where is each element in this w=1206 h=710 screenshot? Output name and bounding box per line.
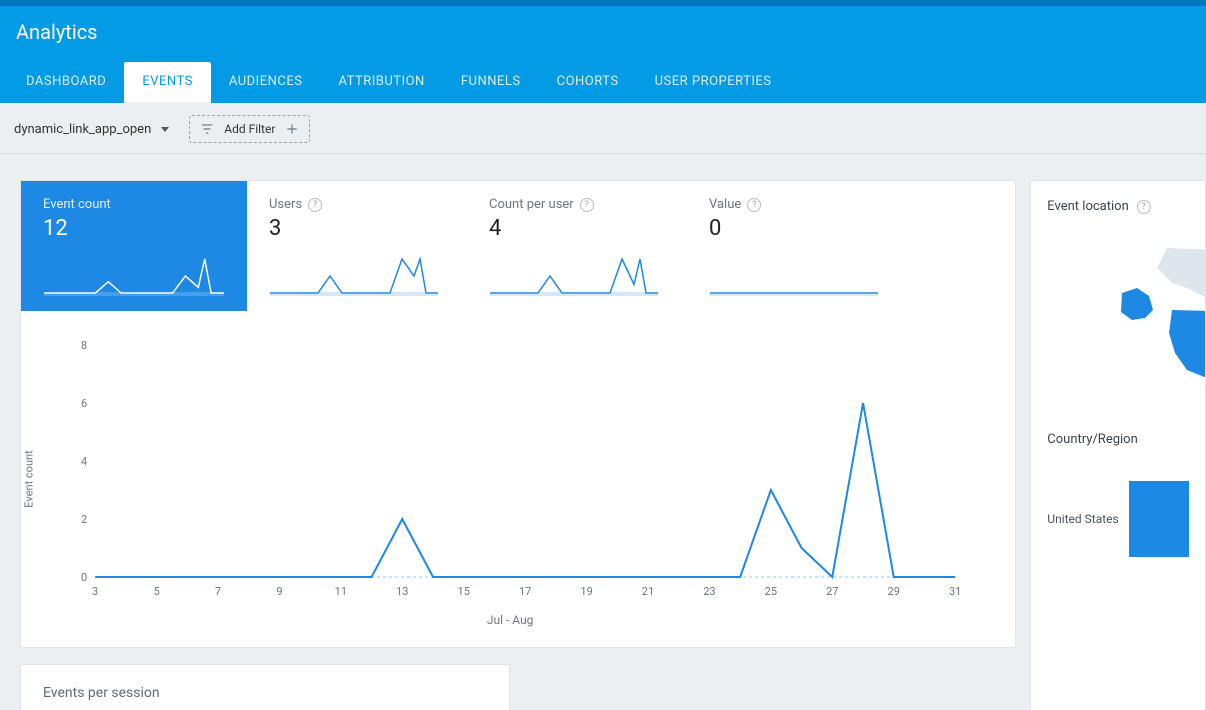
metric-value: 12 (43, 216, 229, 241)
svg-text:0: 0 (81, 571, 87, 584)
app-header: Analytics DASHBOARD EVENTS AUDIENCES ATT… (0, 6, 1206, 103)
metric-value: 4 (489, 216, 669, 241)
metric-tile-value[interactable]: Value ? 0 (687, 181, 907, 311)
svg-text:3: 3 (92, 585, 98, 598)
event-select-dropdown[interactable]: dynamic_link_app_open (14, 122, 169, 137)
svg-text:11: 11 (335, 585, 347, 598)
svg-text:31: 31 (949, 585, 961, 598)
svg-text:17: 17 (519, 585, 531, 598)
main-column: Event count 12 Users ? 3 Count per user (20, 180, 1016, 710)
svg-text:9: 9 (276, 585, 282, 598)
metric-label: Value ? (709, 197, 889, 212)
metric-label: Users ? (269, 197, 449, 212)
metric-label-text: Value (709, 197, 741, 212)
tab-user-properties[interactable]: USER PROPERTIES (637, 62, 790, 103)
svg-text:2: 2 (81, 513, 87, 526)
country-bar-fill (1129, 481, 1189, 557)
caret-down-icon (161, 127, 169, 132)
svg-text:15: 15 (458, 585, 470, 598)
event-select-value: dynamic_link_app_open (14, 122, 151, 137)
svg-text:21: 21 (642, 585, 654, 598)
side-column: Event location ? Country/Region United S… (1030, 180, 1206, 710)
sparkline-value (709, 255, 879, 297)
metric-tile-count-per-user[interactable]: Count per user ? 4 (467, 181, 687, 311)
events-per-session-title: Events per session (43, 685, 160, 701)
svg-text:19: 19 (580, 585, 592, 598)
metric-label-text: Users (269, 197, 302, 212)
metric-value: 3 (269, 216, 449, 241)
svg-text:4: 4 (81, 455, 87, 468)
help-icon[interactable]: ? (747, 198, 761, 212)
country-region-label: Country/Region (1047, 432, 1189, 447)
metric-label-text: Event count (43, 197, 111, 212)
content-area: Event count 12 Users ? 3 Count per user (0, 154, 1206, 710)
filter-icon (200, 122, 214, 136)
svg-text:13: 13 (396, 585, 408, 598)
help-icon[interactable]: ? (1137, 200, 1151, 214)
filter-bar: dynamic_link_app_open Add Filter (0, 103, 1206, 154)
svg-text:27: 27 (826, 585, 838, 598)
tab-dashboard[interactable]: DASHBOARD (8, 62, 124, 103)
event-location-card: Event location ? Country/Region United S… (1030, 180, 1206, 710)
plus-icon (285, 122, 299, 136)
help-icon[interactable]: ? (580, 198, 594, 212)
metric-tile-users[interactable]: Users ? 3 (247, 181, 467, 311)
svg-text:25: 25 (765, 585, 777, 598)
svg-text:7: 7 (215, 585, 221, 598)
metric-card: Event count 12 Users ? 3 Count per user (20, 180, 1016, 648)
main-line-chart: 0 2 4 6 8 3 5 7 9 11 13 15 17 19 21 23 25 27 29 31 (55, 335, 965, 605)
map-north-america (1077, 238, 1205, 398)
tab-events[interactable]: EVENTS (124, 62, 211, 103)
metric-value: 0 (709, 216, 889, 241)
svg-text:5: 5 (153, 585, 159, 598)
country-bar-label: United States (1047, 481, 1129, 557)
add-filter-button[interactable]: Add Filter (189, 115, 310, 143)
sparkline-event-count (43, 255, 225, 297)
country-bar-row: United States (1047, 481, 1189, 557)
sparkline-count-per-user (489, 255, 659, 297)
help-icon[interactable]: ? (308, 198, 322, 212)
metric-label: Count per user ? (489, 197, 669, 212)
svg-text:23: 23 (703, 585, 715, 598)
metric-label-text: Count per user (489, 197, 574, 212)
country-bar-track (1129, 481, 1189, 557)
page-title: Analytics (0, 6, 1206, 62)
svg-text:29: 29 (888, 585, 900, 598)
sparkline-users (269, 255, 439, 297)
main-chart-area: Event count 0 2 4 6 8 3 5 7 9 11 13 15 17 19 21 23 25 27 2… (21, 311, 1015, 647)
metric-label: Event count (43, 197, 229, 212)
x-axis-caption: Jul - Aug (55, 613, 965, 627)
events-per-session-card: Events per session (20, 664, 510, 710)
add-filter-label: Add Filter (224, 122, 275, 136)
side-card-title: Event location (1047, 199, 1128, 214)
tab-cohorts[interactable]: COHORTS (539, 62, 637, 103)
tab-funnels[interactable]: FUNNELS (443, 62, 539, 103)
side-card-title-row: Event location ? (1047, 199, 1189, 214)
header-tabs: DASHBOARD EVENTS AUDIENCES ATTRIBUTION F… (0, 62, 1206, 103)
svg-text:6: 6 (81, 397, 87, 410)
svg-text:8: 8 (81, 339, 87, 352)
tab-audiences[interactable]: AUDIENCES (211, 62, 321, 103)
event-location-map (1047, 238, 1205, 398)
y-axis-label: Event count (23, 450, 36, 507)
tab-attribution[interactable]: ATTRIBUTION (320, 62, 442, 103)
metric-row: Event count 12 Users ? 3 Count per user (21, 181, 1015, 311)
metric-tile-event-count[interactable]: Event count 12 (21, 181, 247, 311)
